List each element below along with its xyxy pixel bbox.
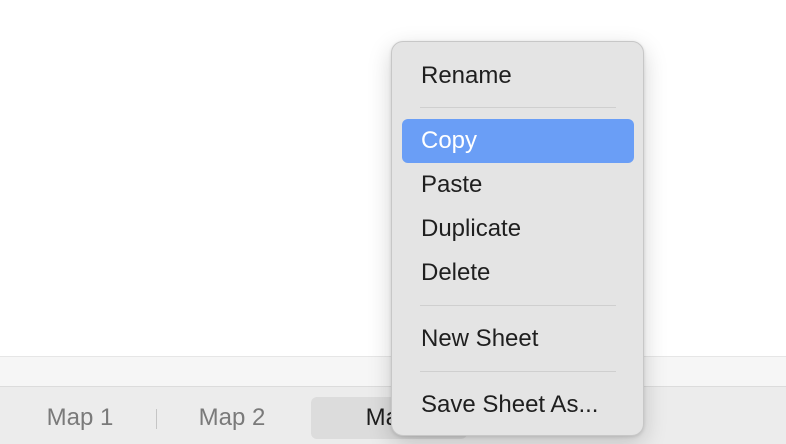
menu-separator bbox=[420, 107, 616, 108]
sheet-tab-map-2[interactable]: Map 2 bbox=[172, 397, 292, 439]
menu-item-delete[interactable]: Delete bbox=[402, 251, 634, 295]
menu-item-duplicate[interactable]: Duplicate bbox=[402, 207, 634, 251]
menu-item-paste[interactable]: Paste bbox=[402, 163, 634, 207]
menu-item-copy[interactable]: Copy bbox=[402, 119, 634, 163]
sheet-tab-map-1[interactable]: Map 1 bbox=[20, 397, 140, 439]
tab-divider bbox=[156, 409, 157, 429]
menu-separator bbox=[420, 371, 616, 372]
menu-separator bbox=[420, 305, 616, 306]
menu-item-new-sheet[interactable]: New Sheet bbox=[402, 317, 634, 361]
menu-item-save-sheet-as[interactable]: Save Sheet As... bbox=[402, 383, 634, 427]
sheet-context-menu: Rename Copy Paste Duplicate Delete New S… bbox=[391, 41, 644, 436]
menu-item-rename[interactable]: Rename bbox=[402, 54, 634, 98]
